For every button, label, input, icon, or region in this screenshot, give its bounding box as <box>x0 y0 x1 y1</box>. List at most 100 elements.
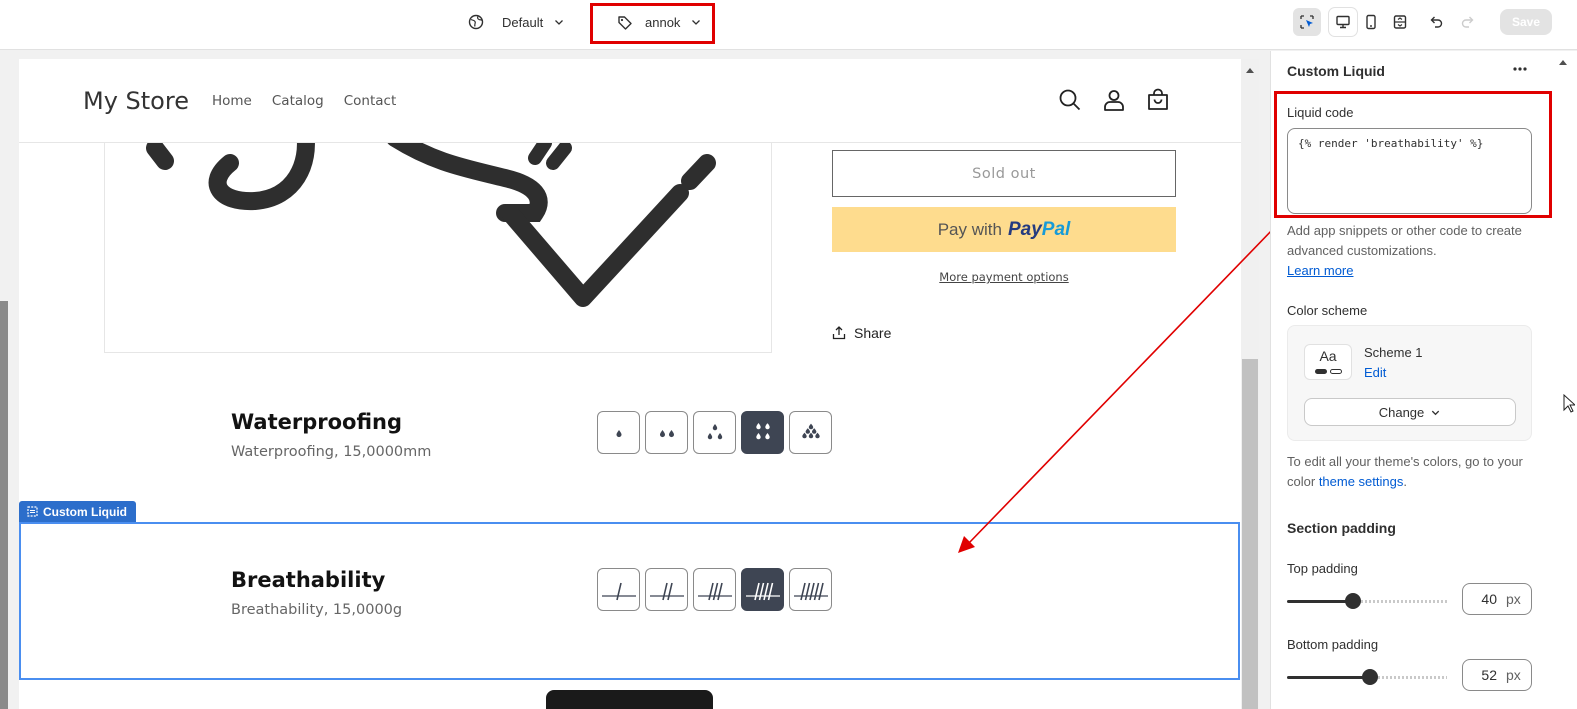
nav-catalog[interactable]: Catalog <box>272 93 324 109</box>
chevron-down-icon <box>555 20 564 25</box>
selected-section-label: Custom Liquid <box>43 504 127 519</box>
scroll-up-icon[interactable] <box>1553 55 1573 69</box>
water-level-3 <box>693 411 736 454</box>
desktop-view-button[interactable] <box>1329 8 1357 36</box>
store-header: My Store Home Catalog Contact <box>19 59 1241 143</box>
raindrop-icon <box>659 429 674 437</box>
slider-handle[interactable] <box>1344 593 1361 609</box>
redo-icon <box>1461 16 1474 28</box>
learn-more-link[interactable]: Learn more <box>1287 263 1353 278</box>
bottom-padding-slider[interactable] <box>1287 669 1447 685</box>
scroll-up-icon[interactable] <box>1241 63 1259 77</box>
water-level-5 <box>789 411 832 454</box>
left-rail-bar <box>0 301 8 709</box>
scrollbar-thumb[interactable] <box>1242 359 1258 709</box>
raindrop-icon <box>707 423 722 439</box>
share-label: Share <box>854 325 892 341</box>
undo-button[interactable] <box>1422 8 1450 36</box>
theme-selector-label: Default <box>502 14 544 30</box>
theme-colors-note: To edit all your theme's colors, go to y… <box>1287 454 1523 489</box>
store-nav: Home Catalog Contact <box>212 93 396 109</box>
bottom-padding-input[interactable]: 52 px <box>1462 659 1532 691</box>
raindrop-icon <box>616 429 621 437</box>
theme-settings-link[interactable]: theme settings <box>1319 474 1404 489</box>
slider-track <box>1360 600 1447 603</box>
color-scheme-card: Aa Scheme 1 Edit Change <box>1287 325 1532 441</box>
top-padding-slider[interactable] <box>1287 593 1447 609</box>
scheme-edit-link[interactable]: Edit <box>1364 365 1386 380</box>
selected-section-outline[interactable] <box>19 522 1240 680</box>
panel-title: Custom Liquid <box>1287 63 1385 79</box>
change-scheme-button[interactable]: Change <box>1304 398 1516 426</box>
fullscreen-view-button[interactable] <box>1386 8 1414 36</box>
product-image <box>104 143 772 353</box>
redo-button[interactable] <box>1454 8 1482 36</box>
waterproofing-subtitle: Waterproofing, 15,0000mm <box>231 444 432 460</box>
section-settings-panel: Custom Liquid Liquid code {% render 'bre… <box>1270 51 1553 709</box>
chevron-down-icon <box>692 20 701 25</box>
sold-out-button[interactable]: Sold out <box>832 150 1176 197</box>
save-button[interactable]: Save <box>1500 9 1552 35</box>
more-actions-button[interactable] <box>1511 60 1529 83</box>
raindrop-icon <box>801 423 820 438</box>
preview-canvas: My Store Home Catalog Contact Sold out P… <box>0 51 1269 709</box>
slider-fill <box>1287 600 1353 603</box>
liquid-help-text: Add app snippets or other code to create… <box>1287 223 1522 278</box>
globe-icon <box>468 14 484 30</box>
floating-toolbar[interactable] <box>546 690 713 709</box>
tag-icon <box>618 16 632 30</box>
expand-icon <box>1393 15 1407 29</box>
top-padding-input[interactable]: 40 px <box>1462 583 1532 615</box>
raindrop-icon <box>755 422 770 439</box>
search-icon[interactable] <box>1057 87 1083 113</box>
slider-handle[interactable] <box>1361 669 1378 685</box>
paypal-button[interactable]: Pay with PayPal <box>832 207 1176 252</box>
template-selector[interactable]: annok <box>617 14 702 30</box>
color-scheme-label: Color scheme <box>1287 303 1368 318</box>
waterproofing-rating <box>597 411 832 454</box>
more-horizontal-icon <box>1513 67 1527 71</box>
cart-icon[interactable] <box>1145 87 1171 113</box>
share-button[interactable]: Share <box>832 325 891 341</box>
slider-track <box>1377 676 1447 679</box>
product-illustration <box>146 143 716 307</box>
water-level-4 <box>741 411 784 454</box>
more-payment-options-link[interactable]: More payment options <box>832 270 1176 284</box>
water-level-2 <box>645 411 688 454</box>
panel-scrollbar[interactable] <box>1553 51 1577 709</box>
template-selector-label: annok <box>645 14 681 30</box>
section-padding-heading: Section padding <box>1287 520 1396 536</box>
store-logo[interactable]: My Store <box>83 87 189 115</box>
swatch-primary-pill <box>1315 369 1327 374</box>
selected-section-tag[interactable]: Custom Liquid <box>19 501 136 522</box>
paypal-prefix: Pay with <box>937 219 1002 239</box>
mouse-cursor-icon <box>1563 394 1575 413</box>
cursor-select-icon <box>1300 15 1314 29</box>
nav-contact[interactable]: Contact <box>344 93 397 109</box>
top-padding-label: Top padding <box>1287 561 1358 576</box>
chevron-down-icon <box>1432 410 1440 415</box>
select-mode-button[interactable] <box>1293 8 1321 36</box>
slider-fill <box>1287 676 1370 679</box>
liquid-code-editor[interactable]: {% render 'breathability' %} <box>1287 128 1532 214</box>
theme-selector[interactable]: Default <box>468 14 565 30</box>
desktop-icon <box>1336 15 1350 29</box>
account-icon[interactable] <box>1101 87 1127 113</box>
editor-topbar: Default annok Save <box>0 0 1577 50</box>
bottom-padding-label: Bottom padding <box>1287 637 1379 652</box>
undo-icon <box>1430 16 1443 28</box>
mobile-icon <box>1366 14 1376 30</box>
left-rail <box>0 51 10 709</box>
paypal-logo: PayPal <box>1007 218 1071 240</box>
preview-scrollbar[interactable] <box>1241 59 1259 709</box>
scheme-swatch: Aa <box>1304 344 1352 380</box>
waterproofing-title: Waterproofing <box>231 410 403 434</box>
water-level-1 <box>597 411 640 454</box>
liquid-code-label: Liquid code <box>1287 105 1354 120</box>
scheme-name: Scheme 1 <box>1364 345 1423 360</box>
mobile-view-button[interactable] <box>1357 8 1385 36</box>
nav-home[interactable]: Home <box>212 93 252 109</box>
swatch-secondary-pill <box>1330 369 1342 374</box>
share-icon <box>832 326 846 340</box>
section-icon <box>27 506 38 517</box>
